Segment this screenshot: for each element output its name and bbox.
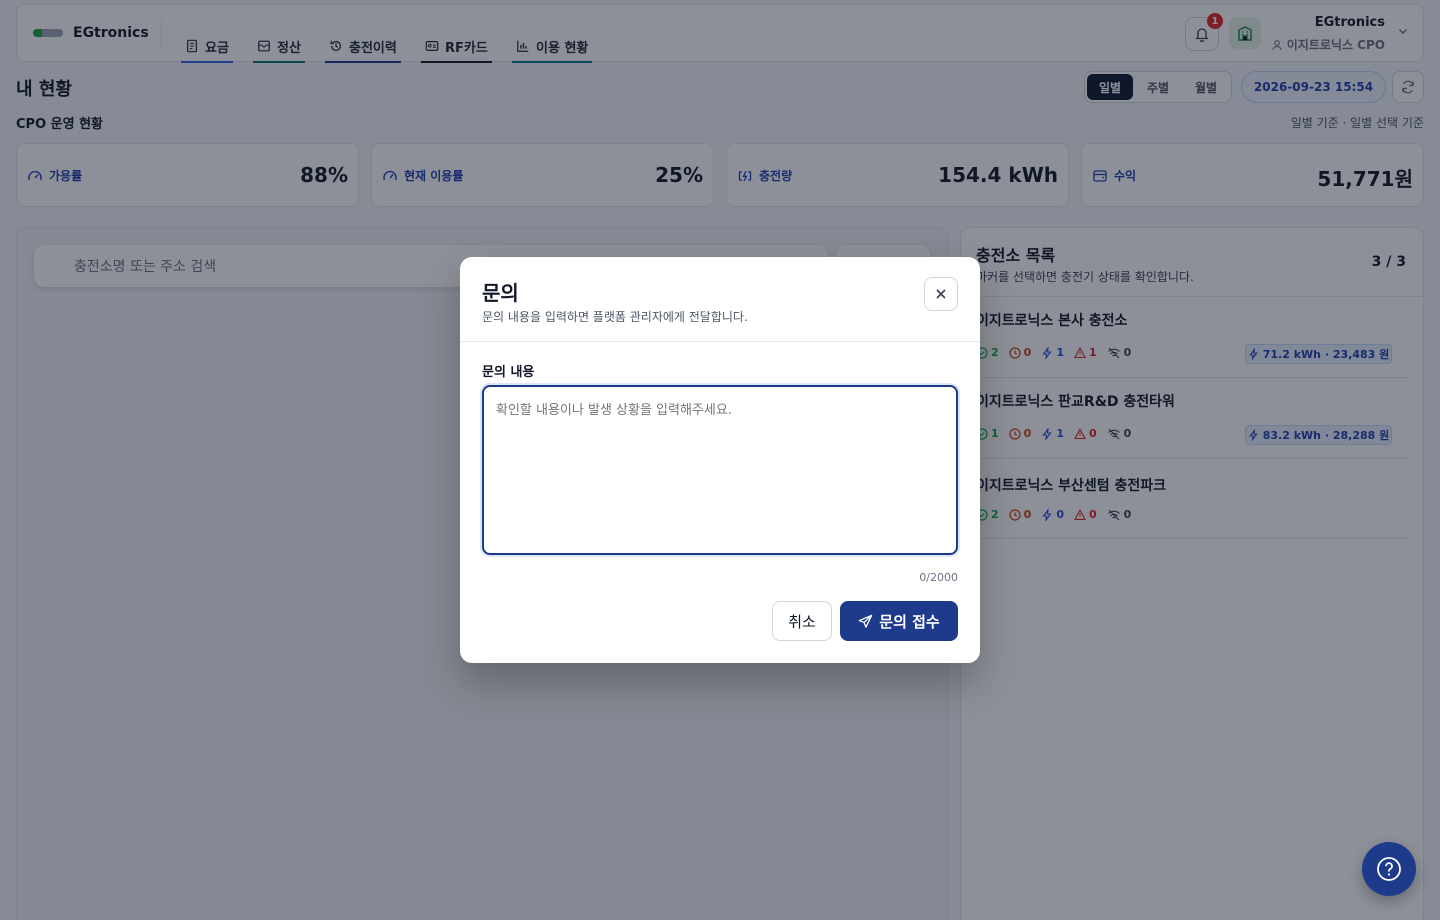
submit-label: 문의 접수	[879, 612, 940, 631]
divider	[460, 341, 980, 342]
dialog-description: 문의 내용을 입력하면 플랫폼 관리자에게 전달합니다.	[482, 310, 748, 324]
close-icon	[936, 289, 946, 299]
inquiry-dialog: 문의 문의 내용을 입력하면 플랫폼 관리자에게 전달합니다. 문의 내용 0/…	[460, 257, 980, 663]
dialog-title: 문의	[482, 281, 519, 305]
inquiry-textarea[interactable]	[482, 385, 958, 555]
cancel-button[interactable]: 취소	[772, 601, 832, 641]
submit-inquiry-button[interactable]: 문의 접수	[840, 601, 958, 641]
help-circle-icon	[1377, 857, 1401, 881]
help-button[interactable]	[1362, 842, 1416, 896]
field-label: 문의 내용	[482, 365, 535, 380]
send-icon	[859, 614, 873, 628]
close-button[interactable]	[924, 277, 958, 311]
character-counter: 0/2000	[919, 571, 958, 584]
